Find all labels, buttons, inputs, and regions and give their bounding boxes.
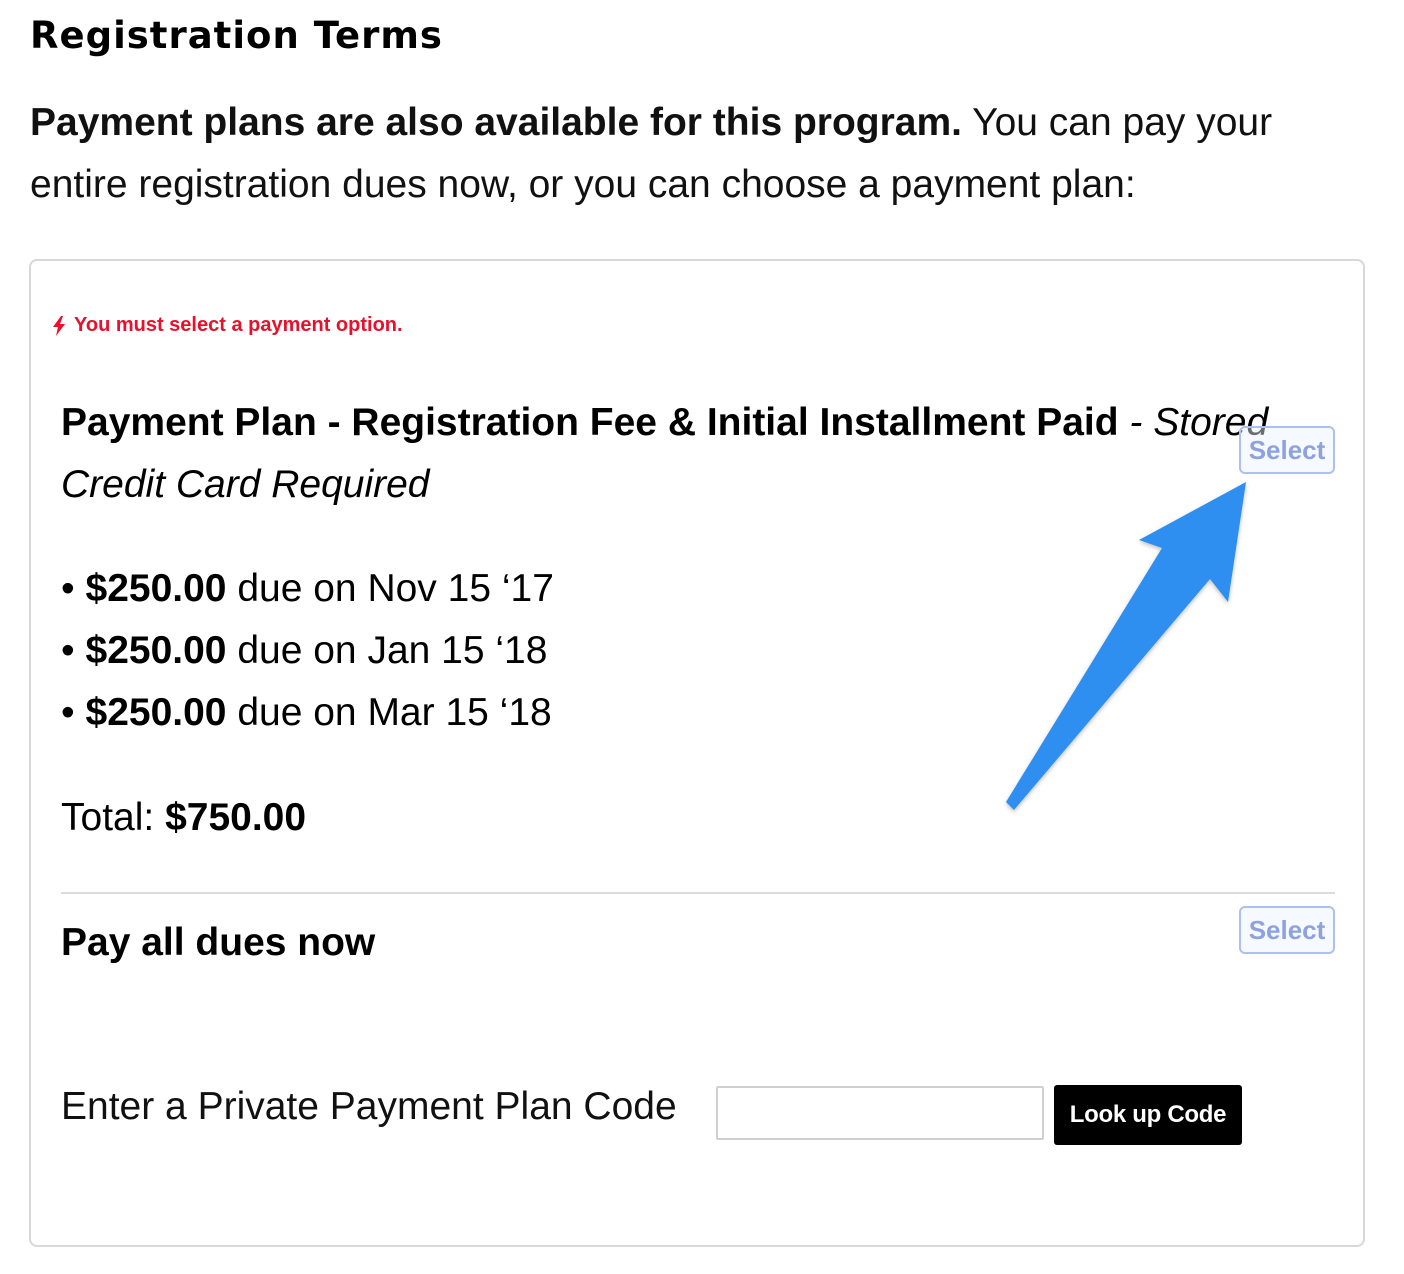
select-installment-plan-button[interactable]: Select [1239, 426, 1335, 474]
lightning-bolt-icon [53, 315, 65, 336]
private-code-input[interactable] [716, 1086, 1044, 1140]
look-up-code-button[interactable]: Look up Code [1054, 1085, 1242, 1145]
plan-title-main: Payment Plan - Registration Fee & Initia… [61, 401, 1119, 444]
error-text: You must select a payment option. [74, 314, 403, 336]
installment-amount: $250.00 [85, 567, 227, 610]
error-message: You must select a payment option. [52, 314, 403, 337]
plan-divider [61, 892, 1335, 894]
installment-amount: $250.00 [85, 629, 227, 672]
intro-bold: Payment plans are also available for thi… [30, 101, 963, 144]
installment-due: due on Mar 15 ‘18 [226, 691, 552, 734]
installment-item: • $250.00 due on Jan 15 ‘18 [61, 629, 548, 672]
total-value: $750.00 [165, 796, 307, 839]
plan-total: Total: $750.00 [61, 787, 306, 849]
select-pay-all-button[interactable]: Select [1239, 906, 1335, 954]
page-title: Registration Terms [30, 14, 443, 57]
intro-text: Payment plans are also available for thi… [30, 92, 1370, 216]
total-label: Total: [61, 796, 166, 839]
private-code-label: Enter a Private Payment Plan Code [61, 1085, 677, 1128]
installment-due: due on Jan 15 ‘18 [226, 629, 548, 672]
installment-list: • $250.00 due on Nov 15 ‘17 • $250.00 du… [61, 558, 554, 744]
plan-title-pay-all: Pay all dues now [61, 921, 376, 964]
installment-item: • $250.00 due on Mar 15 ‘18 [61, 691, 552, 734]
installment-due: due on Nov 15 ‘17 [226, 567, 554, 610]
plan-title-installments: Payment Plan - Registration Fee & Initia… [61, 392, 1306, 516]
installment-item: • $250.00 due on Nov 15 ‘17 [61, 567, 554, 610]
installment-amount: $250.00 [85, 691, 227, 734]
